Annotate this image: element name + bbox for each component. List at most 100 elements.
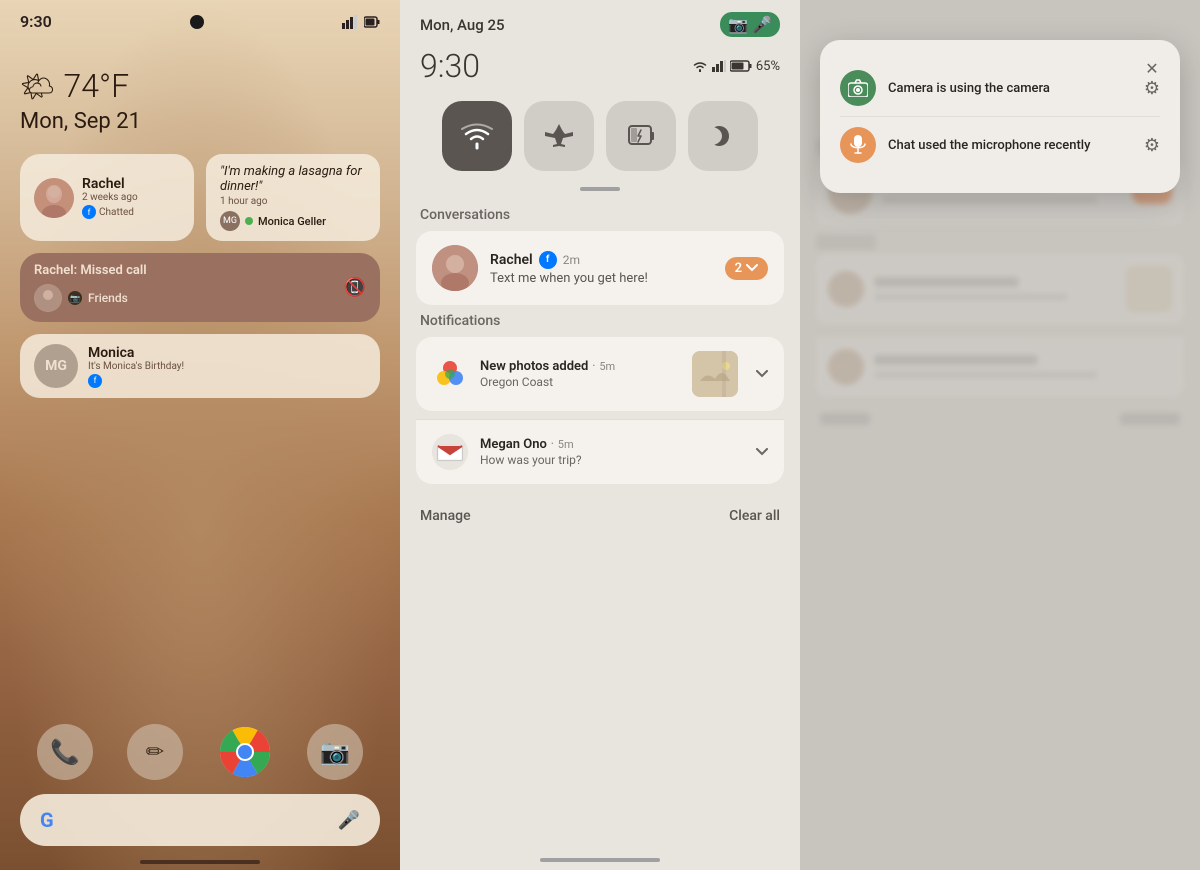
photos-notif-time: 5m [599, 360, 615, 373]
wifi-tile[interactable] [442, 101, 512, 171]
home-screen: 9:30 🌤 74°F Mon, Sep 21 [0, 0, 400, 870]
photos-thumbnail [692, 351, 738, 397]
monica-avatar: MG [34, 344, 78, 388]
contacts-row: Rachel 2 weeks ago f Chatted "I'm making… [20, 154, 380, 241]
photos-notif-title: New photos added · 5m [480, 359, 680, 374]
notif-time: 9:30 [420, 47, 480, 85]
gmail-notif-body: How was your trip? [480, 453, 744, 467]
airplane-tile-icon [543, 122, 575, 150]
notification-shade: Mon, Aug 25 📷 🎤 9:30 [400, 0, 800, 870]
chevron-down-icon [746, 264, 758, 272]
camera-app[interactable]: 📷 [307, 724, 363, 780]
rachel-conv-name: Rachel f 2m [490, 251, 713, 269]
mic-permission-text: Chat used the microphone recently [888, 138, 1132, 153]
monica-widget[interactable]: MG Monica It's Monica's Birthday! f [20, 334, 380, 398]
microphone-permission-item: Chat used the microphone recently ⚙ [840, 116, 1160, 173]
do-not-disturb-tile[interactable] [688, 101, 758, 171]
rachel-contact-widget[interactable]: Rachel 2 weeks ago f Chatted [20, 154, 194, 241]
photos-notification-card[interactable]: New photos added · 5m Oregon Coast [416, 337, 784, 411]
messenger-icon-monica: f [88, 374, 102, 388]
notes-app[interactable]: ✏ [127, 724, 183, 780]
rachel-avatar [34, 178, 74, 218]
airplane-tile[interactable] [524, 101, 594, 171]
wifi-notif-icon [692, 60, 708, 72]
manage-button[interactable]: Manage [420, 508, 471, 524]
monica-name: Monica [88, 345, 366, 361]
signal-icon [342, 15, 360, 29]
close-permission-dialog-button[interactable]: ✕ [1140, 56, 1164, 80]
monica-quote-widget[interactable]: "I'm making a lasagna for dinner!" 1 hou… [206, 154, 380, 241]
camera-dot [190, 15, 204, 29]
camera-permission-settings[interactable]: ⚙ [1144, 78, 1160, 99]
weather-widget: 🌤 74°F Mon, Sep 21 [20, 67, 380, 134]
quote-meta: 1 hour ago [220, 196, 366, 207]
home-status-bar: 9:30 [0, 0, 400, 31]
rachel-badge[interactable]: 2 [725, 257, 768, 280]
notifications-label: Notifications [400, 313, 800, 337]
messenger-conv-icon: f [539, 251, 557, 269]
photos-app-icon [432, 356, 468, 392]
rachel-status: f Chatted [82, 205, 180, 219]
privacy-indicator-dialog: ✕ Camera is using the camera ⚙ [820, 40, 1180, 193]
google-g: G [40, 808, 54, 832]
home-nav-indicator [140, 860, 260, 864]
notif-status-bar: Mon, Aug 25 📷 🎤 [400, 0, 800, 45]
phone-app[interactable]: 📞 [37, 724, 93, 780]
notif-signal-area: 65% [692, 59, 780, 74]
weather-temp: 74°F [64, 67, 130, 105]
weather-icon: 🌤 [20, 70, 56, 103]
monica-mini-avatar: MG [220, 211, 240, 231]
quote-text: "I'm making a lasagna for dinner!" [220, 164, 366, 194]
notif-status-right: 📷 🎤 [720, 12, 780, 37]
battery-notif-icon [730, 60, 752, 72]
google-search-bar[interactable]: G 🎤 [20, 794, 380, 846]
clear-all-button[interactable]: Clear all [729, 508, 780, 524]
camera-permission-text: Camera is using the camera [888, 81, 1132, 96]
gmail-notif-title: Megan Ono · 5m [480, 437, 744, 452]
friends-label: Friends [88, 291, 128, 305]
missed-call-widget[interactable]: Rachel: Missed call 📷 Friends 📵 [20, 253, 380, 322]
rachel-conv-time: 2m [563, 253, 580, 267]
camera-active-icon: 📷 [728, 15, 748, 34]
friends-avatar-1 [34, 284, 62, 312]
messenger-icon: f [82, 205, 96, 219]
missed-call-icon: 📵 [344, 277, 366, 298]
gmail-expand-button[interactable] [756, 448, 768, 456]
camera-badge-small: 📷 [68, 291, 82, 305]
photos-notif-body: Oregon Coast [480, 375, 680, 389]
notif-time-row: 9:30 65% [400, 45, 800, 93]
mic-permission-icon [840, 127, 876, 163]
google-photos-icon [432, 356, 468, 392]
mic-search-icon[interactable]: 🎤 [338, 810, 360, 831]
mic-perm-svg-icon [850, 135, 866, 155]
rachel-info: Rachel 2 weeks ago f Chatted [82, 176, 180, 219]
chevron-down-gmail-icon [756, 448, 768, 456]
drag-handle [580, 187, 620, 191]
wifi-tile-icon [461, 122, 493, 150]
notification-actions: Manage Clear all [400, 492, 800, 532]
bottom-nav-indicator [540, 858, 660, 862]
rachel-conversation-card[interactable]: Rachel f 2m Text me when you get here! 2 [416, 231, 784, 305]
chrome-icon [220, 727, 270, 777]
missed-call-text: Rachel: Missed call [34, 263, 147, 278]
monica-quote-sender: Monica Geller [258, 215, 326, 228]
pen-icon: ✏ [146, 740, 164, 765]
camera-permission-item: Camera is using the camera ⚙ [840, 60, 1160, 116]
rachel-conv-msg: Text me when you get here! [490, 271, 713, 286]
photos-notif-content: New photos added · 5m Oregon Coast [480, 359, 680, 389]
battery-saver-tile[interactable] [606, 101, 676, 171]
camera-perm-svg-icon [848, 79, 868, 97]
quick-settings-tiles [400, 93, 800, 187]
chrome-app[interactable] [217, 724, 273, 780]
online-indicator [245, 217, 253, 225]
gmail-notif-time: 5m [558, 438, 574, 451]
photos-expand-button[interactable] [756, 370, 768, 378]
mic-permission-settings[interactable]: ⚙ [1144, 135, 1160, 156]
phone-icon: 📞 [50, 738, 80, 766]
signal-notif-icon [712, 60, 726, 72]
gmail-icon [432, 434, 468, 470]
gmail-notification-card[interactable]: Megan Ono · 5m How was your trip? [416, 420, 784, 484]
rachel-conv-avatar [432, 245, 478, 291]
weather-date: Mon, Sep 21 [20, 109, 380, 134]
active-indicators-pill: 📷 🎤 [720, 12, 780, 37]
